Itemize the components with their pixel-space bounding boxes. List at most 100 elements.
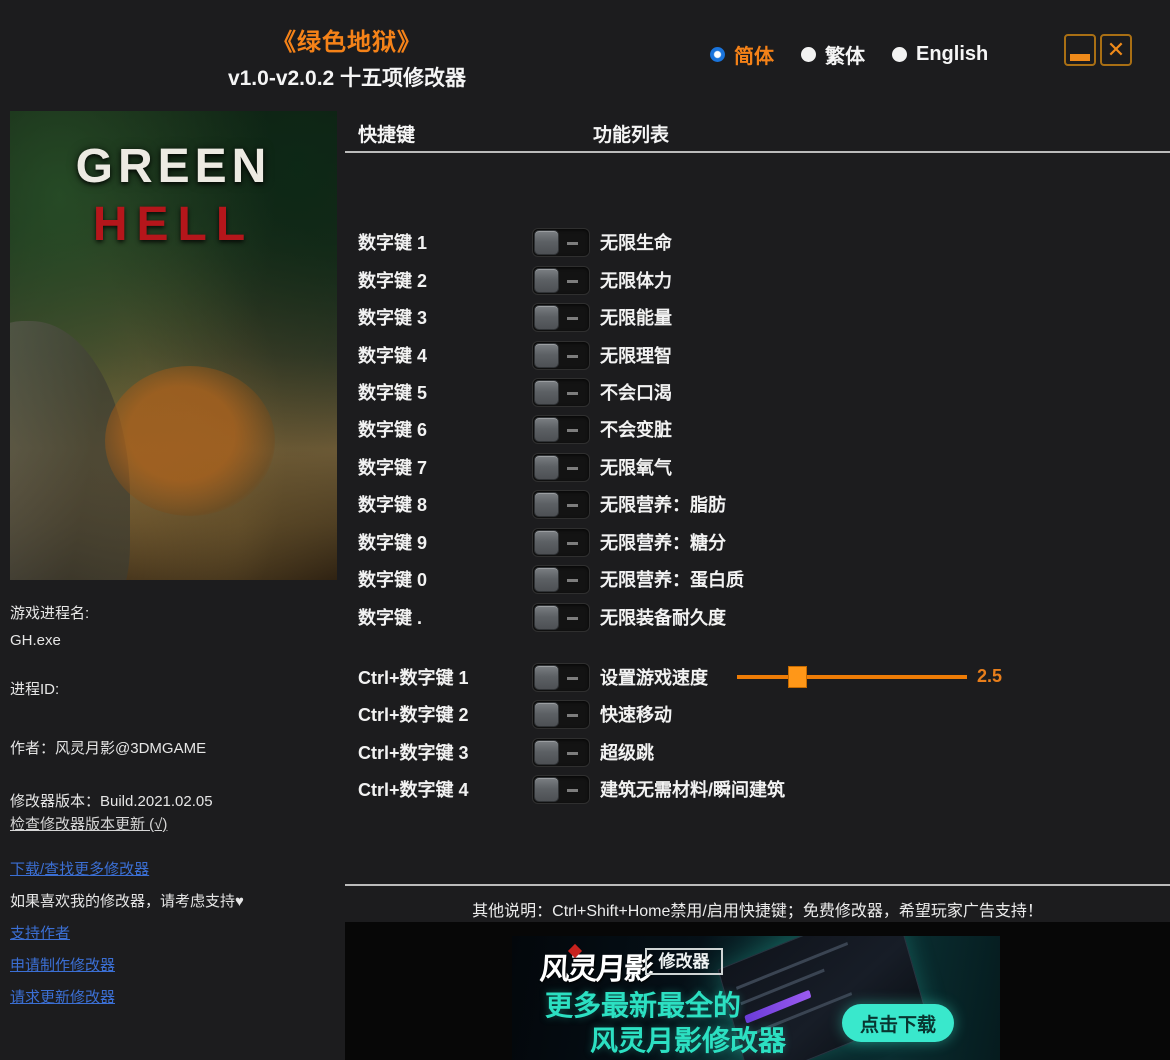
toggle-off-dash-icon [567, 542, 578, 545]
trainer-version-label: 修改器版本：Build.2021.02.05 [10, 790, 213, 811]
function-label: 无限营养：糖分 [600, 529, 726, 555]
trainer-row-9: 数字键 9 无限营养：糖分 [345, 523, 1170, 561]
toggle-no-dirt[interactable] [532, 415, 590, 444]
hotkey-label: 数字键 8 [358, 491, 518, 517]
hotkey-label: 数字键 0 [358, 566, 518, 592]
toggle-infinite-sanity[interactable] [532, 341, 590, 370]
toggle-knob[interactable] [534, 740, 559, 765]
request-trainer-link[interactable]: 申请制作修改器 [10, 954, 115, 975]
lang-label-traditional: 繁体 [825, 40, 865, 69]
app-subtitle: v1.0-v2.0.2 十五项修改器 [0, 62, 694, 92]
toggle-infinite-durability[interactable] [532, 603, 590, 632]
lang-option-traditional[interactable]: 繁体 [801, 40, 865, 69]
toggle-knob[interactable] [534, 455, 559, 480]
trainer-row-13: Ctrl+数字键 2 快速移动 [345, 695, 1170, 733]
game-speed-slider-track[interactable] [737, 675, 967, 679]
toggle-super-jump[interactable] [532, 738, 590, 767]
ad-banner[interactable]: 风灵月影 修改器 更多最新最全的 风灵月影修改器 点击下载 [512, 936, 1000, 1060]
toggle-infinite-protein[interactable] [532, 565, 590, 594]
toggle-infinite-stamina[interactable] [532, 266, 590, 295]
toggle-game-speed[interactable] [532, 663, 590, 692]
toggle-off-dash-icon [567, 355, 578, 358]
toggle-off-dash-icon [567, 579, 578, 582]
toggle-knob[interactable] [534, 343, 559, 368]
hotkey-label: 数字键 1 [358, 229, 518, 255]
hotkey-label: 数字键 . [358, 604, 518, 630]
game-speed-slider-knob[interactable] [788, 666, 807, 688]
hotkey-label: 数字键 7 [358, 454, 518, 480]
window-title-block: 《绿色地狱》 v1.0-v2.0.2 十五项修改器 [0, 22, 694, 92]
toggle-knob[interactable] [534, 305, 559, 330]
trainer-row-6: 数字键 6 不会变脏 [345, 410, 1170, 448]
minimize-button[interactable] [1064, 34, 1096, 66]
hotkey-label: 数字键 4 [358, 342, 518, 368]
toggle-off-dash-icon [567, 504, 578, 507]
lang-option-simplified[interactable]: 简体 [710, 40, 774, 69]
toggle-knob[interactable] [534, 665, 559, 690]
lang-label-simplified: 简体 [734, 40, 774, 69]
toggle-knob[interactable] [534, 380, 559, 405]
check-update-link[interactable]: 检查修改器版本更新 (√) [10, 813, 167, 834]
radio-selected-icon [710, 47, 725, 62]
header-divider [345, 151, 1170, 153]
toggle-knob[interactable] [534, 268, 559, 293]
trainer-row-3: 数字键 3 无限能量 [345, 298, 1170, 336]
hotkey-label: Ctrl+数字键 1 [358, 664, 518, 690]
banner-tagline-1: 更多最新最全的 [545, 984, 741, 1024]
toggle-knob[interactable] [534, 492, 559, 517]
toggle-free-build[interactable] [532, 775, 590, 804]
lang-option-english[interactable]: English [892, 43, 988, 66]
toggle-fast-move[interactable] [532, 700, 590, 729]
toggle-knob[interactable] [534, 777, 559, 802]
toggle-no-thirst[interactable] [532, 378, 590, 407]
toggle-off-dash-icon [567, 752, 578, 755]
hotkey-label: 数字键 5 [358, 379, 518, 405]
toggle-knob[interactable] [534, 567, 559, 592]
game-cover-image: GREEN HELL [10, 111, 337, 580]
toggle-off-dash-icon [567, 429, 578, 432]
hotkey-label: Ctrl+数字键 2 [358, 701, 518, 727]
toggle-knob[interactable] [534, 530, 559, 555]
function-label: 无限能量 [600, 304, 672, 330]
language-switcher: 简体 繁体 English [710, 40, 988, 69]
function-column-header: 功能列表 [593, 120, 669, 147]
trainer-row-12-game-speed: Ctrl+数字键 1 设置游戏速度 2.5 [345, 658, 1170, 696]
close-button[interactable]: ✕ [1100, 34, 1132, 66]
request-update-link[interactable]: 请求更新修改器 [10, 986, 115, 1007]
toggle-knob[interactable] [534, 605, 559, 630]
cover-title-green: GREEN [10, 139, 337, 194]
support-note: 如果喜欢我的修改器，请考虑支持♥ [10, 890, 244, 911]
toggle-infinite-fat[interactable] [532, 490, 590, 519]
support-author-link[interactable]: 支持作者 [10, 922, 70, 943]
toggle-knob[interactable] [534, 417, 559, 442]
toggle-knob[interactable] [534, 702, 559, 727]
trainer-row-15: Ctrl+数字键 4 建筑无需材料/瞬间建筑 [345, 770, 1170, 808]
more-trainers-link[interactable]: 下载/查找更多修改器 [10, 858, 149, 879]
trainer-row-8: 数字键 8 无限营养：脂肪 [345, 485, 1170, 523]
trainer-row-2: 数字键 2 无限体力 [345, 261, 1170, 299]
function-label: 快速移动 [600, 701, 672, 727]
trainer-row-1: 数字键 1 无限生命 [345, 223, 1170, 261]
toggle-infinite-energy[interactable] [532, 303, 590, 332]
function-label: 无限理智 [600, 342, 672, 368]
toggle-knob[interactable] [534, 230, 559, 255]
function-label: 无限装备耐久度 [600, 604, 726, 630]
hotkey-label: Ctrl+数字键 3 [358, 739, 518, 765]
toggle-off-dash-icon [567, 392, 578, 395]
process-name-value: GH.exe [10, 632, 61, 649]
function-label: 超级跳 [600, 739, 654, 765]
radio-icon [892, 47, 907, 62]
hotkey-label: 数字键 2 [358, 267, 518, 293]
download-button[interactable]: 点击下载 [842, 1004, 954, 1042]
toggle-infinite-oxygen[interactable] [532, 453, 590, 482]
function-label: 不会口渴 [600, 379, 672, 405]
toggle-infinite-health[interactable] [532, 228, 590, 257]
function-label: 无限营养：蛋白质 [600, 566, 744, 592]
minimize-icon [1070, 54, 1090, 61]
function-label: 建筑无需材料/瞬间建筑 [600, 776, 785, 802]
toggle-infinite-carbs[interactable] [532, 528, 590, 557]
process-name-label: 游戏进程名: [10, 602, 89, 623]
game-speed-value: 2.5 [977, 666, 1002, 687]
function-label: 无限体力 [600, 267, 672, 293]
app-title: 《绿色地狱》 [0, 22, 694, 57]
